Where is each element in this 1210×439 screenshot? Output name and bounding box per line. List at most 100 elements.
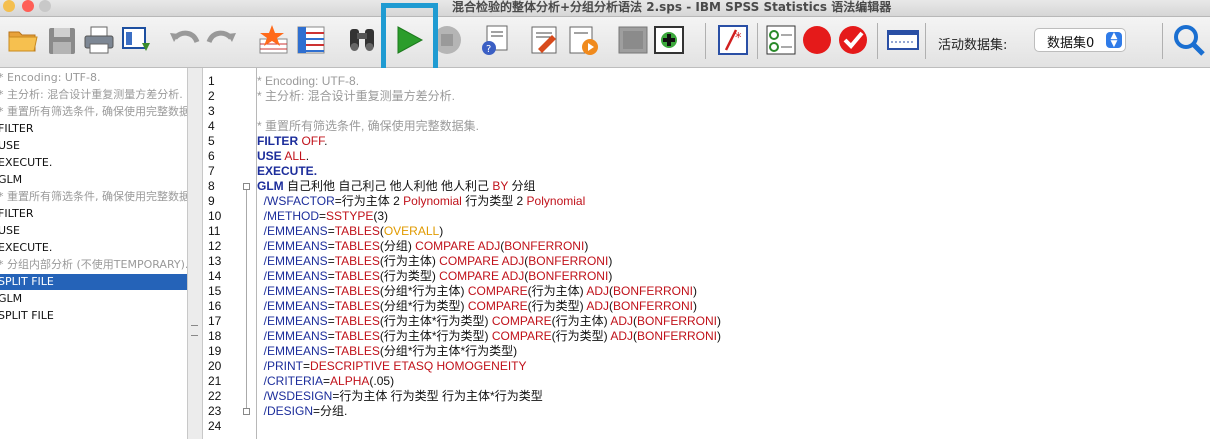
outline-item[interactable]: USE bbox=[0, 138, 187, 154]
recall-dialog-icon[interactable] bbox=[120, 23, 154, 57]
code-line[interactable]: FILTER OFF. bbox=[257, 134, 327, 149]
code-token: /CRITERIA bbox=[257, 374, 324, 388]
toolbar-separator bbox=[1162, 23, 1163, 59]
code-token: ) bbox=[717, 314, 721, 328]
minimize-window-icon[interactable] bbox=[3, 0, 15, 12]
code-token: * Encoding: UTF-8. bbox=[257, 74, 360, 88]
fold-marker-icon[interactable] bbox=[243, 183, 250, 190]
line-number: 2 bbox=[208, 89, 215, 103]
code-line[interactable]: GLM 自己利他 自己利己 他人利他 他人利己 BY 分组 bbox=[257, 179, 535, 194]
outline-item[interactable]: * 分组内部分析 (不使用TEMPORARY). bbox=[0, 257, 187, 273]
code-token: /EMMEANS bbox=[257, 284, 328, 298]
code-token: COMPARE bbox=[491, 329, 552, 343]
toolbar-separator bbox=[877, 23, 878, 59]
check-icon[interactable] bbox=[836, 23, 870, 57]
code-line[interactable]: /EMMEANS=TABLES(分组*行为主体*行为类型) bbox=[257, 344, 518, 359]
goto-case-icon[interactable] bbox=[256, 23, 290, 57]
save-icon[interactable] bbox=[45, 23, 79, 57]
code-token: = bbox=[327, 269, 335, 283]
code-token: = bbox=[323, 374, 331, 388]
code-token: COMPARE bbox=[491, 314, 552, 328]
code-token: (行为主体*行为类型) bbox=[379, 329, 492, 343]
outline-item[interactable]: GLM bbox=[0, 172, 187, 188]
code-line[interactable]: /EMMEANS=TABLES(行为主体*行为类型) COMPARE(行为主体)… bbox=[257, 314, 721, 329]
code-token: COMPARE ADJ bbox=[415, 239, 501, 253]
code-token: (行为类型) bbox=[551, 329, 611, 343]
add-bookmark-icon[interactable] bbox=[652, 23, 686, 57]
code-token: BONFERRONI bbox=[636, 329, 717, 343]
undo-icon[interactable] bbox=[167, 23, 201, 57]
code-token: COMPARE bbox=[467, 284, 528, 298]
code-token: = bbox=[327, 299, 335, 313]
outline-item[interactable]: * 主分析: 混合设计重复测量方差分析. bbox=[0, 87, 187, 103]
code-line[interactable]: * 主分析: 混合设计重复测量方差分析. bbox=[257, 89, 455, 104]
code-line[interactable]: /EMMEANS=TABLES(行为主体) COMPARE ADJ(BONFER… bbox=[257, 254, 613, 269]
code-token: TABLES bbox=[334, 239, 380, 253]
outline-item[interactable]: * 重置所有筛选条件, 确保使用完整数据集. bbox=[0, 104, 187, 120]
code-line[interactable]: /DESIGN=分组. bbox=[257, 404, 348, 419]
code-line[interactable]: EXECUTE. bbox=[257, 164, 317, 179]
outline-item[interactable]: * Encoding: UTF-8. bbox=[0, 70, 187, 86]
outline-item[interactable]: FILTER bbox=[0, 121, 187, 137]
code-token: GLM bbox=[257, 179, 284, 193]
code-line[interactable]: /EMMEANS=TABLES(OVERALL) bbox=[257, 224, 444, 239]
outline-item[interactable]: SPLIT FILE bbox=[0, 308, 187, 324]
splitter-grip-icon[interactable] bbox=[191, 325, 198, 336]
code-line[interactable]: * 重置所有筛选条件, 确保使用完整数据集. bbox=[257, 119, 479, 134]
line-number: 20 bbox=[208, 359, 222, 373]
code-token: /DESIGN bbox=[257, 404, 314, 418]
line-number: 6 bbox=[208, 149, 215, 163]
outline-item[interactable]: USE bbox=[0, 223, 187, 239]
toggle-pane-icon[interactable] bbox=[886, 23, 920, 57]
outline-item[interactable]: EXECUTE. bbox=[0, 240, 187, 256]
code-token: TABLES bbox=[334, 329, 380, 343]
use-variable-sets-icon[interactable] bbox=[528, 23, 562, 57]
pane-splitter[interactable] bbox=[188, 68, 203, 439]
code-line[interactable]: /WSFACTOR=行为主体 2 Polynomial 行为类型 2 Polyn… bbox=[257, 194, 586, 209]
code-token: ) bbox=[717, 329, 721, 343]
code-token: = bbox=[327, 224, 335, 238]
line-number: 15 bbox=[208, 284, 222, 298]
code-line[interactable]: USE ALL. bbox=[257, 149, 309, 164]
validate-icon[interactable] bbox=[764, 23, 798, 57]
redo-icon[interactable] bbox=[205, 23, 239, 57]
close-window-icon[interactable] bbox=[22, 0, 34, 12]
code-token: (行为主体) bbox=[551, 314, 611, 328]
open-file-icon[interactable] bbox=[6, 23, 40, 57]
zoom-window-icon[interactable] bbox=[39, 0, 51, 12]
gray-square-icon[interactable] bbox=[616, 23, 650, 57]
outline-item-selected[interactable]: SPLIT FILE bbox=[0, 274, 187, 290]
outline-item[interactable]: EXECUTE. bbox=[0, 155, 187, 171]
fold-end-icon[interactable] bbox=[243, 408, 250, 415]
code-line[interactable]: /EMMEANS=TABLES(分组*行为主体) COMPARE(行为主体) A… bbox=[257, 284, 697, 299]
code-line[interactable]: /CRITERIA=ALPHA(.05) bbox=[257, 374, 394, 389]
code-line[interactable]: /EMMEANS=TABLES(行为主体*行为类型) COMPARE(行为类型)… bbox=[257, 329, 721, 344]
code-line[interactable]: /EMMEANS=TABLES(分组*行为类型) COMPARE(行为类型) A… bbox=[257, 299, 697, 314]
outline-item[interactable]: * 重置所有筛选条件, 确保使用完整数据集. bbox=[0, 189, 187, 205]
code-line[interactable]: /WSDESIGN=行为主体 行为类型 行为主体*行为类型 bbox=[257, 389, 543, 404]
code-line[interactable]: /PRINT=DESCRIPTIVE ETASQ HOMOGENEITY bbox=[257, 359, 527, 374]
search-icon[interactable] bbox=[1172, 23, 1206, 57]
code-token: =分组. bbox=[313, 404, 348, 418]
play-audio-icon[interactable] bbox=[566, 23, 600, 57]
comment-icon[interactable]: * bbox=[716, 23, 750, 57]
active-dataset-select[interactable]: 数据集0 ▲ ▼ bbox=[1034, 28, 1126, 52]
code-line[interactable]: /EMMEANS=TABLES(分组) COMPARE ADJ(BONFERRO… bbox=[257, 239, 589, 254]
toolbar-separator bbox=[757, 23, 758, 59]
syntax-editor[interactable]: 1 2 3 4 5 6 7 8 9 10 11 12 13 14 15 16 17 18 19 20 21 22 23 24 … bbox=[203, 68, 1210, 439]
variables-icon[interactable] bbox=[294, 23, 328, 57]
breakpoint-icon[interactable] bbox=[800, 23, 834, 57]
code-line[interactable]: /METHOD=SSTYPE(3) bbox=[257, 209, 388, 224]
run-button-highlight bbox=[381, 3, 438, 75]
find-icon[interactable] bbox=[345, 23, 379, 57]
print-icon[interactable] bbox=[82, 23, 116, 57]
syntax-help-icon[interactable]: ? bbox=[479, 23, 513, 57]
code-token: = bbox=[327, 344, 335, 358]
code-token: COMPARE ADJ bbox=[439, 269, 525, 283]
outline-item[interactable]: FILTER bbox=[0, 206, 187, 222]
dropdown-arrow-icon: ▲ ▼ bbox=[1106, 32, 1122, 49]
code-line[interactable]: * Encoding: UTF-8. bbox=[257, 74, 359, 89]
code-token: BONFERRONI bbox=[528, 269, 609, 283]
code-line[interactable]: /EMMEANS=TABLES(行为类型) COMPARE ADJ(BONFER… bbox=[257, 269, 613, 284]
outline-item[interactable]: GLM bbox=[0, 291, 187, 307]
